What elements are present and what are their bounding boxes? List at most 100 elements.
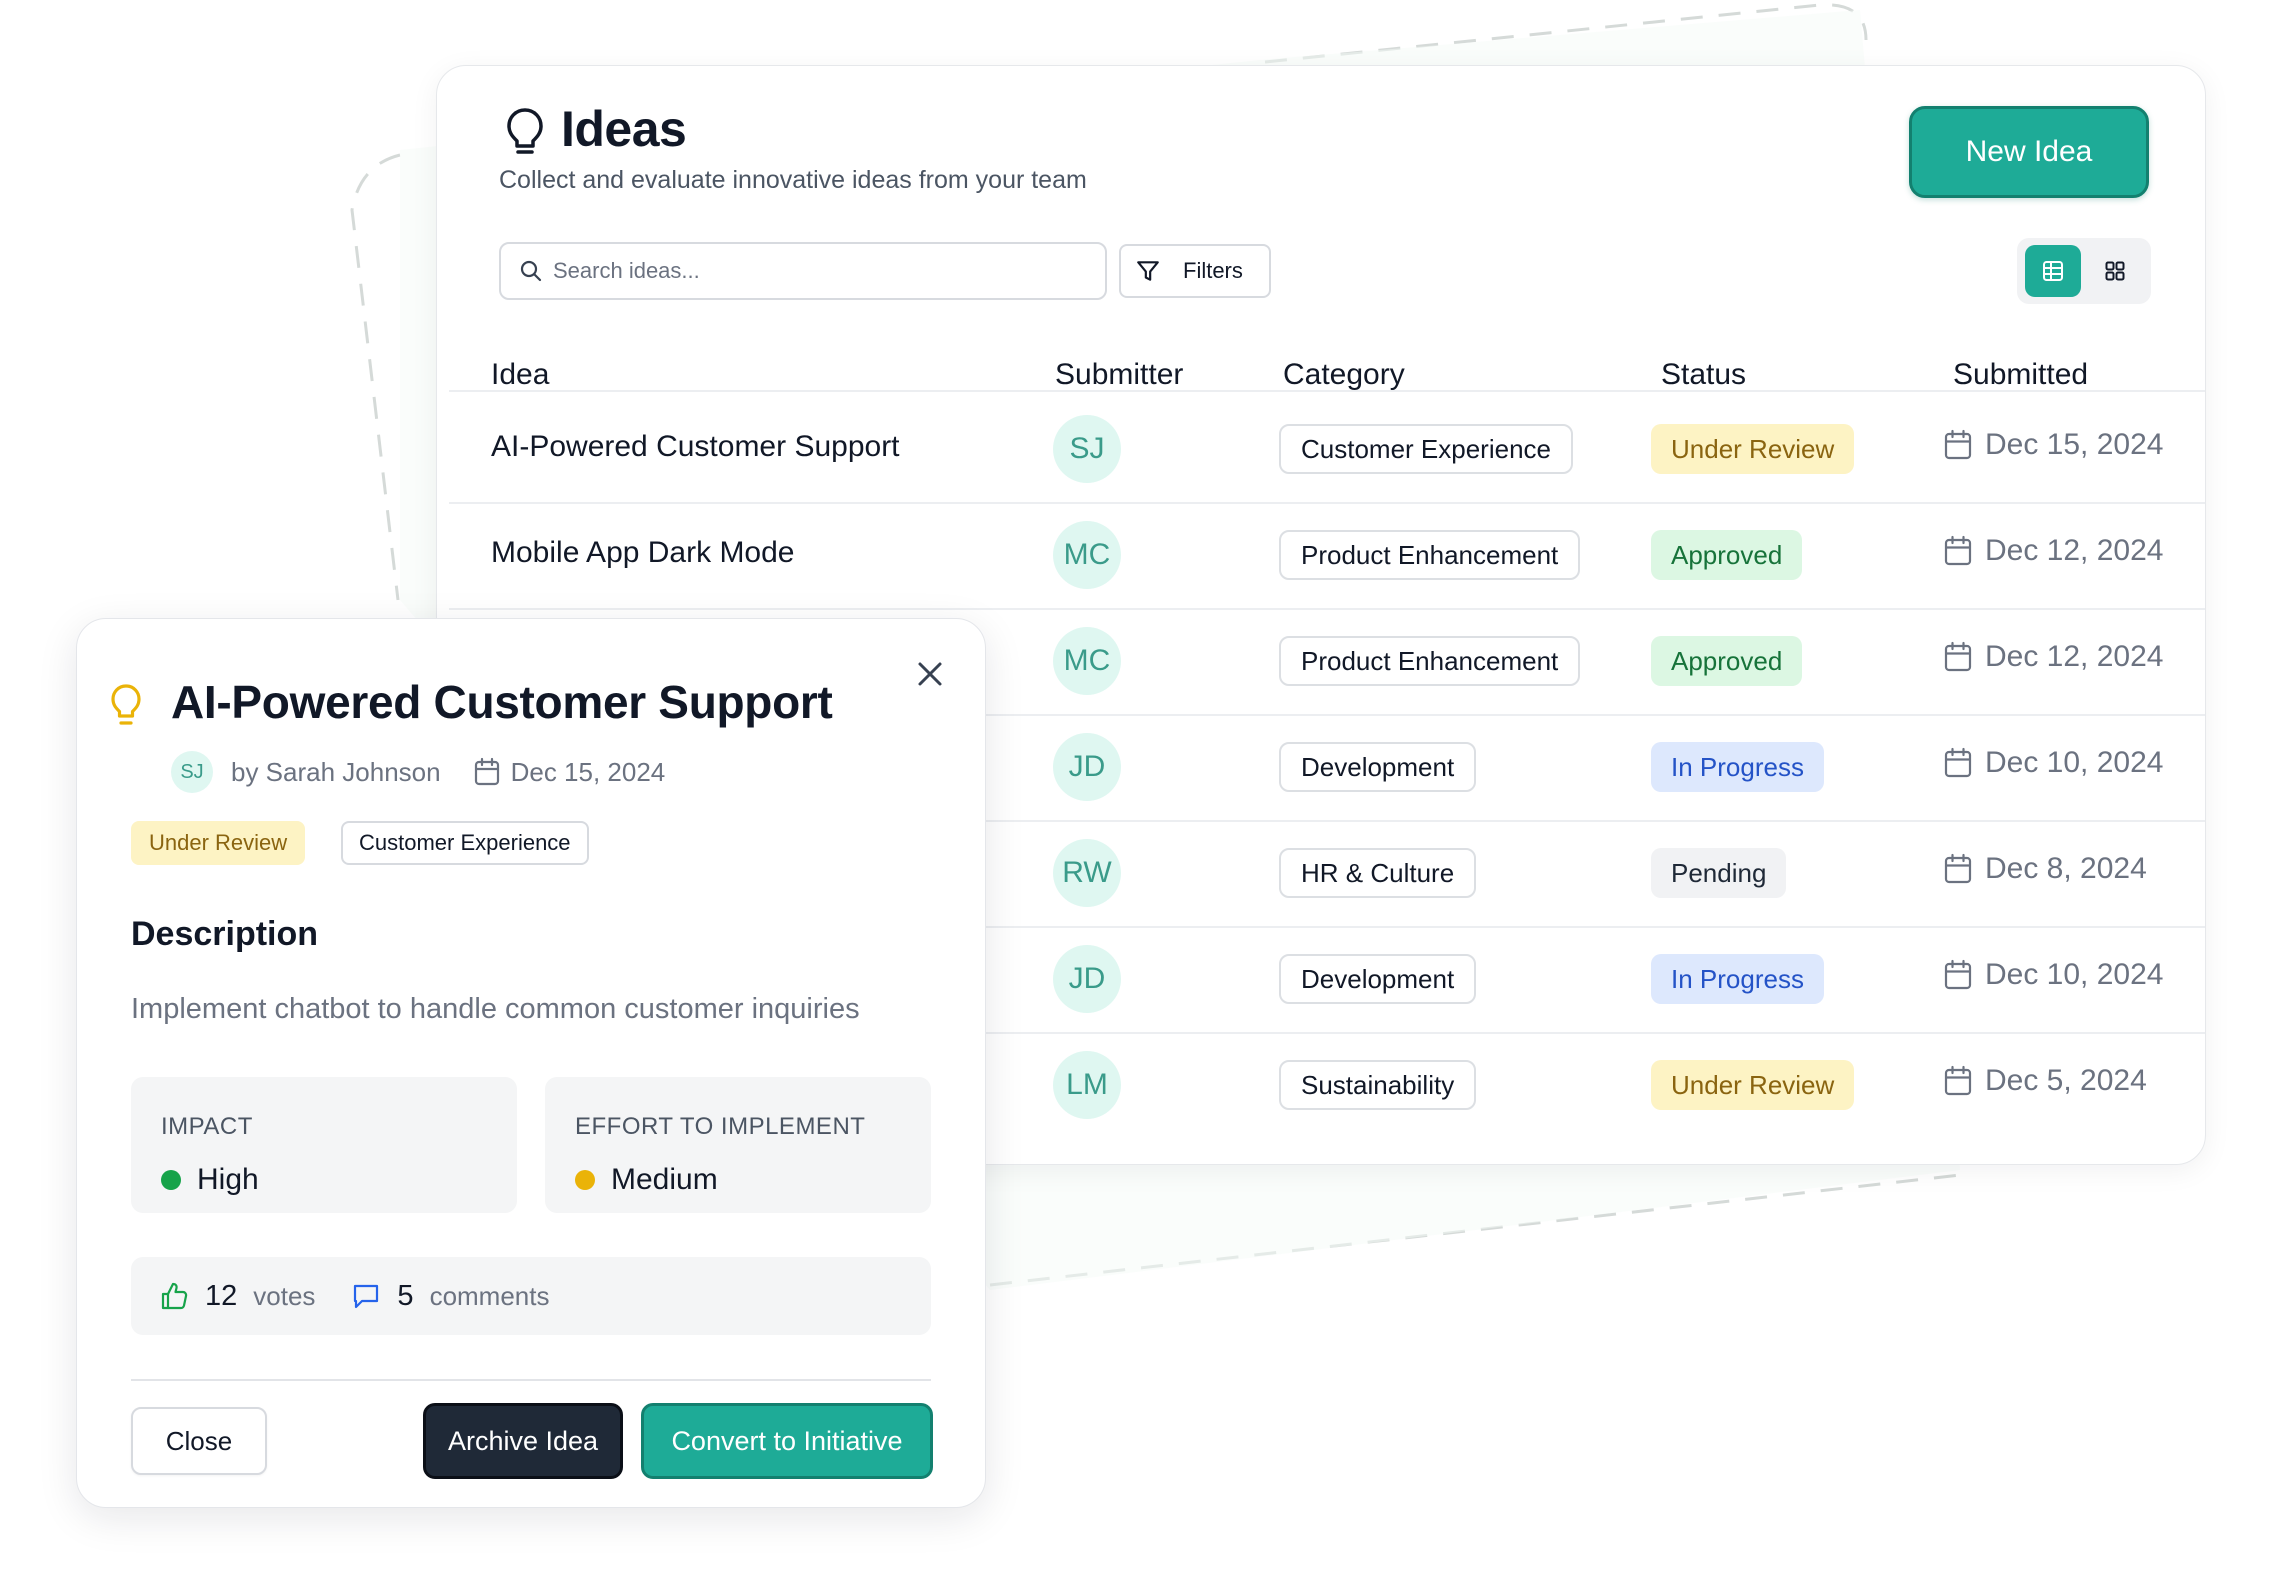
impact-label: IMPACT xyxy=(161,1113,253,1140)
calendar-icon xyxy=(1944,1065,1972,1096)
filter-icon xyxy=(1137,261,1159,281)
submitted-date: Dec 8, 2024 xyxy=(1943,852,2147,886)
effort-dot-icon xyxy=(575,1170,595,1190)
impact-card: IMPACT High xyxy=(131,1077,517,1213)
vote-count: 12 xyxy=(205,1279,238,1312)
submitted-date: Dec 5, 2024 xyxy=(1943,1064,2147,1098)
submitted-date-text: Dec 10, 2024 xyxy=(1985,746,2164,779)
category-badge: Product Enhancement xyxy=(1279,530,1581,580)
table-header-divider xyxy=(449,390,2205,392)
comment-count: 5 xyxy=(397,1279,414,1312)
avatar: SJ xyxy=(171,751,213,793)
status-badge: Under Review xyxy=(1651,424,1855,474)
avatar: JD xyxy=(1053,945,1121,1013)
column-header-status[interactable]: Status xyxy=(1661,358,1746,392)
avatar: RW xyxy=(1053,839,1121,907)
calendar-icon xyxy=(1944,535,1972,566)
page-subtitle: Collect and evaluate innovative ideas fr… xyxy=(499,166,1087,194)
close-button[interactable]: Close xyxy=(131,1407,267,1475)
category-badge: Development xyxy=(1279,742,1477,792)
impact-dot-icon xyxy=(161,1170,181,1190)
submitted-date: Dec 15, 2024 xyxy=(1943,428,2163,462)
table-view-icon xyxy=(2043,261,2063,281)
filters-button[interactable]: Filters xyxy=(1119,244,1271,298)
close-icon[interactable] xyxy=(913,657,947,691)
thumbs-up-icon[interactable] xyxy=(159,1281,189,1311)
status-badge: Under Review xyxy=(1651,1060,1855,1110)
search-icon xyxy=(520,260,542,282)
idea-title[interactable]: AI-Powered Customer Support xyxy=(491,430,900,464)
submitted-date-text: Dec 12, 2024 xyxy=(1985,640,2164,673)
archive-idea-button[interactable]: Archive Idea xyxy=(423,1403,623,1479)
column-header-submitter[interactable]: Submitter xyxy=(1055,358,1183,392)
column-header-submitted[interactable]: Submitted xyxy=(1953,358,2088,392)
category-badge: Sustainability xyxy=(1279,1060,1477,1110)
vote-label: votes xyxy=(253,1280,316,1311)
calendar-icon xyxy=(1944,429,1972,460)
submitted-date-text: Dec 12, 2024 xyxy=(1985,534,2164,567)
impact-value-text: High xyxy=(197,1163,259,1196)
category-badge: Customer Experience xyxy=(1279,424,1573,474)
column-header-idea[interactable]: Idea xyxy=(491,358,549,392)
category-badge: Development xyxy=(1279,954,1477,1004)
divider xyxy=(131,1379,931,1381)
submitted-date: Dec 10, 2024 xyxy=(1943,958,2163,992)
search-box[interactable] xyxy=(499,242,1107,300)
filters-label: Filters xyxy=(1183,258,1243,283)
table-row[interactable]: Mobile App Dark Mode MC Product Enhancemen… xyxy=(437,502,2205,608)
view-toggle xyxy=(2017,238,2151,304)
lightbulb-icon xyxy=(507,108,543,154)
search-input[interactable] xyxy=(553,258,1073,284)
submitted-date: Dec 10, 2024 xyxy=(1943,746,2163,780)
lightbulb-icon xyxy=(111,684,141,725)
submitted-date-text: Dec 5, 2024 xyxy=(1985,1064,2147,1097)
grid-view-button[interactable] xyxy=(2087,245,2143,297)
category-badge: HR & Culture xyxy=(1279,848,1477,898)
convert-to-initiative-button[interactable]: Convert to Initiative xyxy=(641,1403,933,1479)
modal-title: AI-Powered Customer Support xyxy=(171,676,833,728)
calendar-icon xyxy=(474,757,499,786)
status-badge: Approved xyxy=(1651,636,1803,686)
submitted-date: Dec 12, 2024 xyxy=(1943,534,2163,568)
submitted-date-text: Dec 8, 2024 xyxy=(1985,852,2147,885)
impact-value: High xyxy=(161,1163,259,1197)
idea-meta: SJ by Sarah Johnson Dec 15, 2024 xyxy=(171,751,665,793)
effort-value: Medium xyxy=(575,1163,718,1197)
effort-value-text: Medium xyxy=(611,1163,718,1196)
submitted-date-text: Dec 10, 2024 xyxy=(1985,958,2164,991)
category-badge: Customer Experience xyxy=(341,821,589,865)
engagement-stats: 12 votes 5 comments xyxy=(131,1257,931,1335)
avatar: MC xyxy=(1053,521,1121,589)
column-header-category[interactable]: Category xyxy=(1283,358,1405,392)
description-text: Implement chatbot to handle common custo… xyxy=(131,993,860,1025)
avatar: LM xyxy=(1053,1051,1121,1119)
status-badge: Under Review xyxy=(131,821,306,865)
submitter-name: by Sarah Johnson xyxy=(231,756,441,787)
comment-icon[interactable] xyxy=(351,1281,381,1311)
idea-detail-modal: AI-Powered Customer Support SJ by Sarah … xyxy=(76,618,986,1508)
submitted-date-text: Dec 15, 2024 xyxy=(1985,428,2164,461)
effort-card: EFFORT TO IMPLEMENT Medium xyxy=(545,1077,931,1213)
calendar-icon xyxy=(1944,853,1972,884)
grid-view-icon xyxy=(2105,261,2125,281)
table-row[interactable]: AI-Powered Customer Support SJ Customer Ex… xyxy=(437,396,2205,502)
category-badge: Product Enhancement xyxy=(1279,636,1581,686)
comment-label: comments xyxy=(429,1280,550,1311)
status-badge: Pending xyxy=(1651,848,1787,898)
new-idea-button[interactable]: New Idea xyxy=(1909,106,2149,198)
table-view-button[interactable] xyxy=(2025,245,2081,297)
effort-label: EFFORT TO IMPLEMENT xyxy=(575,1113,866,1140)
status-badge: In Progress xyxy=(1651,742,1824,792)
status-badge: In Progress xyxy=(1651,954,1824,1004)
calendar-icon xyxy=(1944,959,1972,990)
status-badge: Approved xyxy=(1651,530,1803,580)
submitted-date: Dec 12, 2024 xyxy=(1943,640,2163,674)
avatar: JD xyxy=(1053,733,1121,801)
avatar: MC xyxy=(1053,627,1121,695)
calendar-icon xyxy=(1944,641,1972,672)
avatar: SJ xyxy=(1053,415,1121,483)
description-heading: Description xyxy=(131,915,319,953)
idea-title[interactable]: Mobile App Dark Mode xyxy=(491,536,795,570)
page-title: Ideas xyxy=(561,101,687,157)
submitted-date: Dec 15, 2024 xyxy=(510,756,666,787)
